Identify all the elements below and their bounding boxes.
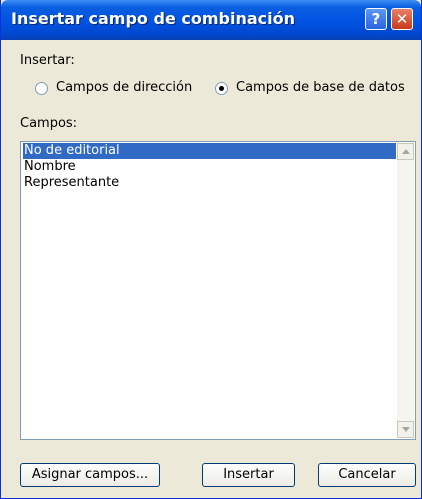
title-bar[interactable]: Insertar campo de combinación ? ✕ bbox=[1, 0, 421, 40]
vertical-scrollbar[interactable] bbox=[397, 143, 414, 438]
fields-label: Campos: bbox=[20, 116, 78, 131]
radio-database-label: Campos de base de datos bbox=[236, 80, 405, 95]
close-button[interactable]: ✕ bbox=[391, 8, 413, 30]
radio-address-label: Campos de dirección bbox=[56, 80, 193, 95]
assign-fields-button[interactable]: Asignar campos... bbox=[20, 463, 160, 487]
dialog-window: Insertar campo de combinación ? ✕ Insert… bbox=[0, 0, 422, 499]
list-item[interactable]: No de editorial bbox=[23, 143, 396, 159]
list-item[interactable]: Nombre bbox=[23, 159, 76, 175]
insert-label: Insertar: bbox=[20, 53, 75, 68]
dialog-title: Insertar campo de combinación bbox=[11, 9, 295, 28]
cancel-button[interactable]: Cancelar bbox=[318, 463, 416, 487]
radio-database-icon[interactable] bbox=[215, 82, 228, 95]
radio-address-icon[interactable] bbox=[35, 82, 48, 95]
chevron-down-icon bbox=[402, 427, 410, 432]
list-item[interactable]: Representante bbox=[23, 175, 119, 191]
fields-listbox[interactable]: No de editorial Nombre Representante bbox=[20, 141, 416, 440]
insert-button[interactable]: Insertar bbox=[202, 463, 295, 487]
chevron-up-icon bbox=[402, 149, 410, 154]
scroll-down-button[interactable] bbox=[397, 421, 414, 438]
scroll-up-button[interactable] bbox=[397, 143, 414, 160]
help-button[interactable]: ? bbox=[365, 8, 387, 30]
